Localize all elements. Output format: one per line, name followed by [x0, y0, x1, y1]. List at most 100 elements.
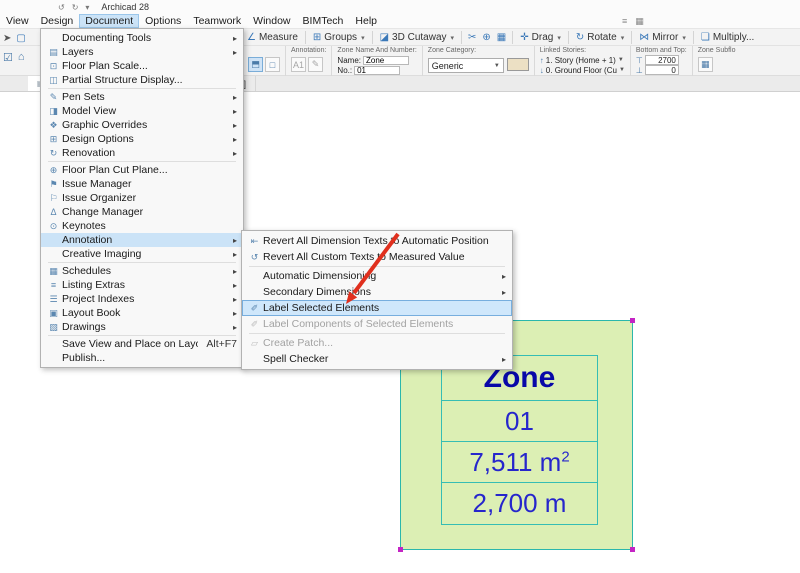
zone-tool-icon[interactable]: ⌂: [18, 51, 25, 64]
submenu-item-label: Label Components of Selected Elements: [263, 318, 454, 330]
multiply-icon: ❏: [700, 32, 710, 43]
zone-name-input[interactable]: [362, 55, 409, 65]
menu-item[interactable]: ❖ Graphic Overrides ▸: [41, 118, 243, 132]
menu-item[interactable]: ⊕ Floor Plan Cut Plane...: [41, 163, 243, 177]
marquee-tool-icon[interactable]: ▢: [16, 33, 25, 44]
menu-item-icon: ≡: [50, 280, 57, 290]
submenu-item[interactable]: Spell Checker ▸: [242, 351, 512, 367]
menu-item[interactable]: ⚑ Issue Manager: [41, 177, 243, 191]
menubar-item[interactable]: Help: [349, 14, 383, 28]
quick-access-toolbar: ↺ ↻ ▾: [58, 3, 89, 12]
caret-down-icon: ▾: [361, 34, 365, 42]
geometry-method-polygon-button[interactable]: ⬒: [248, 57, 263, 72]
linked-story-bottom-row[interactable]: ↓ 0. Ground Floor (Cu ▼: [540, 65, 625, 75]
menu-item-label: Floor Plan Cut Plane...: [62, 164, 168, 176]
menu-item[interactable]: ⚐ Issue Organizer: [41, 191, 243, 205]
menubar-item[interactable]: Design: [35, 14, 80, 28]
submenu-arrow-icon: ▸: [232, 33, 237, 43]
redo-icon[interactable]: ↻: [72, 3, 79, 12]
rotate-button[interactable]: ↻ Rotate ▾: [572, 30, 628, 46]
menubar-item[interactable]: Document: [79, 14, 140, 28]
mirror-label: Mirror: [652, 32, 679, 43]
selection-handle[interactable]: [398, 547, 403, 552]
mirror-button[interactable]: ⋈ Mirror ▾: [635, 30, 690, 46]
menu-item[interactable]: ◫ Partial Structure Display...: [41, 73, 243, 87]
menu-item[interactable]: ▦ Schedules ▸: [41, 264, 243, 278]
zone-category-select[interactable]: Generic ▼: [427, 58, 504, 73]
menu-item[interactable]: ↻ Renovation ▸: [41, 146, 243, 160]
menu-separator: [48, 161, 236, 162]
default-settings-icon[interactable]: ☑: [3, 51, 13, 64]
drag-icon: ✛: [520, 32, 529, 43]
menu-item[interactable]: Documenting Tools ▸: [41, 31, 243, 45]
menu-item[interactable]: ◨ Model View ▸: [41, 104, 243, 118]
menubar-item[interactable]: BIMTech: [297, 14, 350, 28]
add-icon[interactable]: ⊕: [479, 32, 493, 43]
dropdown-icon[interactable]: ▾: [85, 3, 89, 12]
menu-item[interactable]: ⊡ Floor Plan Scale...: [41, 59, 243, 73]
search-icon[interactable]: ≡: [622, 14, 627, 28]
menu-item[interactable]: Annotation ▸: [41, 233, 243, 247]
menu-item[interactable]: ⊙ Keynotes: [41, 219, 243, 233]
menu-item[interactable]: ▤ Layers ▸: [41, 45, 243, 59]
groups-button[interactable]: ⊞ Groups ▾: [309, 30, 369, 46]
menu-separator: [249, 266, 505, 267]
drag-button[interactable]: ✛ Drag ▾: [516, 30, 565, 46]
submenu-item[interactable]: Automatic Dimensioning ▸: [242, 268, 512, 284]
submenu-item[interactable]: ✐ Label Selected Elements: [242, 300, 512, 316]
menubar-item[interactable]: Teamwork: [187, 14, 247, 28]
geometry-method-rect-button[interactable]: □: [265, 57, 280, 72]
submenu-item[interactable]: ↺ Revert All Custom Texts to Measured Va…: [242, 249, 512, 265]
annotation-edit-button[interactable]: ✎: [308, 57, 323, 72]
layout-icon[interactable]: ▦: [635, 14, 644, 28]
bottom-offset-input[interactable]: 0: [644, 65, 679, 75]
menu-item[interactable]: Creative Imaging ▸: [41, 247, 243, 261]
menu-item[interactable]: ▧ Drawings ▸: [41, 320, 243, 334]
arrow-tool-icon[interactable]: ➤: [3, 33, 11, 44]
menubar-item[interactable]: Options: [139, 14, 187, 28]
menubar-item[interactable]: View: [0, 14, 35, 28]
menu-item[interactable]: Δ Change Manager: [41, 205, 243, 219]
menu-item[interactable]: Save View and Place on Layout Alt+F7: [41, 337, 243, 351]
menu-item-label: Layout Book: [62, 307, 121, 319]
zone-category-color-swatch[interactable]: [506, 58, 529, 71]
menu-item-label: Pen Sets: [62, 91, 105, 103]
submenu-item-icon: ↺: [250, 251, 259, 262]
menu-item[interactable]: ✎ Pen Sets ▸: [41, 90, 243, 104]
undo-icon[interactable]: ↺: [58, 3, 65, 12]
zone-subfloor-icon[interactable]: ▦: [697, 57, 713, 72]
menubar-item[interactable]: Window: [247, 14, 296, 28]
linked-story-top-row[interactable]: ↑ 1. Story (Home + 1) ▼: [540, 55, 625, 65]
menu-item-icon: ⊕: [49, 164, 58, 175]
grid-icon[interactable]: ▦: [494, 32, 509, 43]
menu-item[interactable]: ▣ Layout Book ▸: [41, 306, 243, 320]
submenu-item[interactable]: ▱ Create Patch...: [242, 335, 512, 351]
measure-button[interactable]: ∠ Measure: [243, 30, 302, 46]
annotation-section: Annotation: A1 ✎: [285, 46, 331, 76]
annotation-a1-button[interactable]: A1: [291, 57, 306, 72]
submenu-item[interactable]: ✐ Label Components of Selected Elements: [242, 316, 512, 332]
zone-number-input[interactable]: [354, 65, 401, 75]
menu-item[interactable]: ☰ Project Indexes ▸: [41, 292, 243, 306]
linked-story-bottom-value: 0. Ground Floor (Cu: [545, 65, 617, 75]
selection-handle[interactable]: [630, 318, 635, 323]
top-offset-input[interactable]: 2700: [644, 55, 679, 65]
submenu-arrow-icon: ▸: [501, 287, 506, 297]
menu-item-label: Design Options: [62, 133, 134, 145]
zone-stamp-area-row: 7,511 m2: [442, 442, 597, 483]
menu-item[interactable]: ⊞ Design Options ▸: [41, 132, 243, 146]
menu-item[interactable]: Publish...: [41, 351, 243, 365]
menu-item-icon: ▦: [49, 265, 58, 276]
menu-item-label: Annotation: [62, 234, 113, 246]
submenu-item[interactable]: Secondary Dimensions ▸: [242, 284, 512, 300]
submenu-item[interactable]: ⇤ Revert All Dimension Texts to Automati…: [242, 233, 512, 249]
multiply-button[interactable]: ❏ Multiply...: [697, 30, 758, 46]
cut-icon[interactable]: ✂: [465, 32, 479, 43]
menu-item[interactable]: ≡ Listing Extras ▸: [41, 278, 243, 292]
cutaway-button[interactable]: ◪ 3D Cutaway ▾: [376, 30, 458, 46]
zone-stamp-height-row: 2,700 m: [442, 483, 597, 523]
zone-stamp[interactable]: Zone 01 7,511 m2 2,700 m: [441, 355, 598, 525]
toolbar-separator: [512, 31, 514, 44]
selection-handle[interactable]: [630, 547, 635, 552]
menu-separator: [249, 333, 505, 334]
